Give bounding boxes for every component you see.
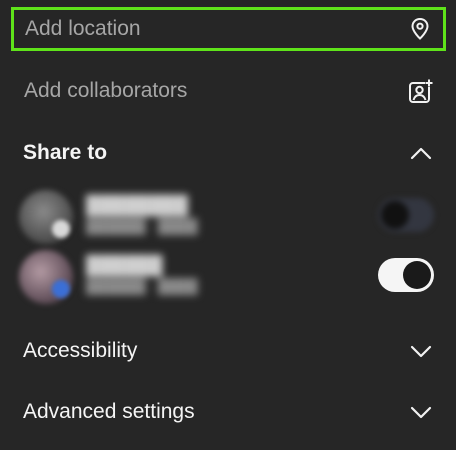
toggle-knob bbox=[403, 261, 431, 289]
add-location-label: Add location bbox=[25, 17, 141, 40]
account-info: ████████ ██████ · ████ bbox=[86, 194, 198, 236]
share-to-label: Share to bbox=[23, 141, 108, 164]
chevron-down-icon bbox=[408, 399, 434, 425]
toggle-knob bbox=[381, 201, 409, 229]
account-name: ██████ bbox=[86, 255, 163, 275]
chevron-up-icon bbox=[408, 140, 434, 166]
post-options-panel: Add location Add collaborators Share to bbox=[0, 0, 456, 450]
advanced-settings-row[interactable]: Advanced settings bbox=[0, 389, 456, 435]
account-name: ████████ bbox=[86, 195, 189, 215]
add-collaborators-label: Add collaborators bbox=[24, 79, 188, 102]
advanced-settings-label: Advanced settings bbox=[23, 400, 195, 423]
add-collaborators-row[interactable]: Add collaborators bbox=[0, 68, 456, 114]
share-toggle-off[interactable] bbox=[378, 198, 434, 232]
account-info: ██████ ██████ · ████ bbox=[86, 254, 198, 296]
share-toggle-on[interactable] bbox=[378, 258, 434, 292]
account-badge-icon bbox=[52, 280, 70, 298]
share-to-header[interactable]: Share to bbox=[0, 130, 456, 176]
share-account-item: ██████ ██████ · ████ bbox=[0, 246, 456, 304]
accessibility-row[interactable]: Accessibility bbox=[0, 328, 456, 374]
account-badge-icon bbox=[52, 220, 70, 238]
share-account-item: ████████ ██████ · ████ bbox=[0, 186, 456, 244]
location-pin-icon bbox=[407, 16, 433, 42]
account-subtitle: ██████ · ████ bbox=[86, 218, 198, 234]
accessibility-label: Accessibility bbox=[23, 339, 138, 362]
add-person-icon bbox=[408, 78, 434, 104]
account-subtitle: ██████ · ████ bbox=[86, 278, 198, 294]
chevron-down-icon bbox=[408, 338, 434, 364]
add-location-row[interactable]: Add location bbox=[11, 7, 446, 51]
